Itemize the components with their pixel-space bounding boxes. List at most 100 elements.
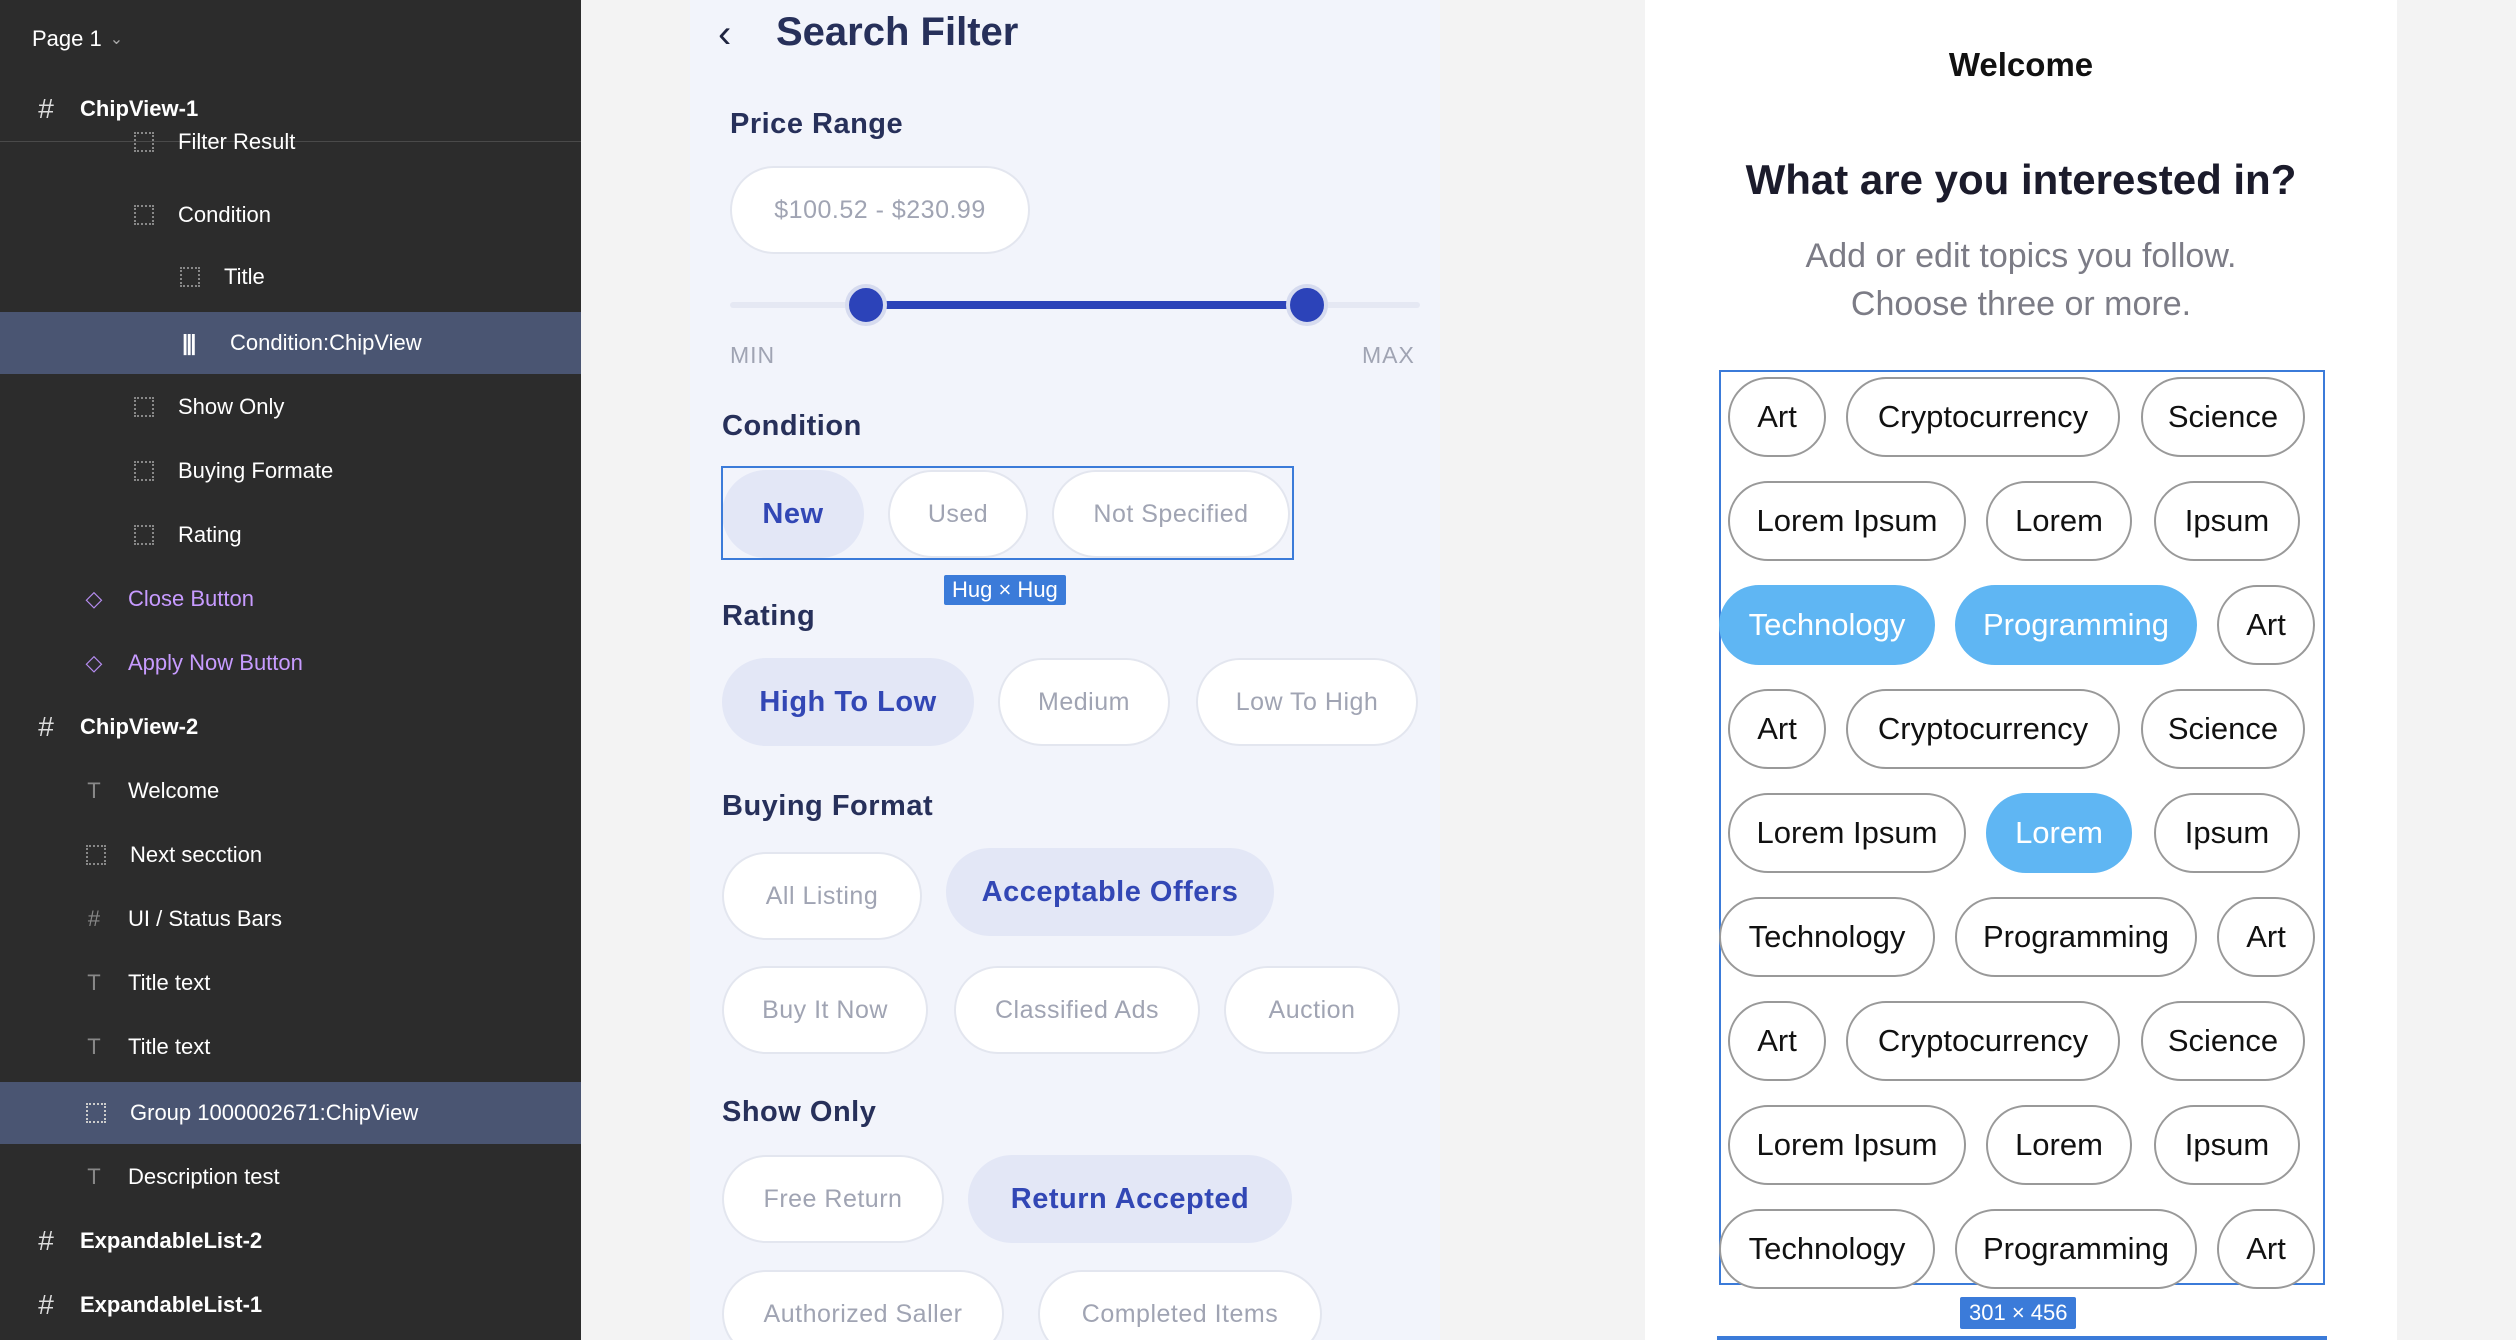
interest-chip-ipsum[interactable]: Ipsum	[2154, 481, 2300, 561]
interest-chip-lorem-ipsum[interactable]: Lorem Ipsum	[1728, 481, 1966, 561]
interest-chip-lorem-ipsum[interactable]: Lorem Ipsum	[1728, 793, 1966, 873]
layer-expandablelist-1[interactable]: # ExpandableList-1	[0, 1274, 581, 1336]
chip-label: Lorem	[2015, 815, 2103, 850]
search-filter-frame: ‹ Search Filter Price Range $100.52 - $2…	[690, 0, 1440, 1340]
interest-chip-programming[interactable]: Programming	[1955, 585, 2197, 665]
rating-chip-low-to-high[interactable]: Low To High	[1196, 658, 1418, 746]
layer-label: ExpandableList-1	[80, 1292, 263, 1317]
interest-chip-programming[interactable]: Programming	[1955, 1209, 2197, 1289]
chip-label: Cryptocurrency	[1877, 711, 2089, 746]
chip-label: Lorem Ipsum	[1756, 503, 1938, 538]
interest-chip-ipsum[interactable]: Ipsum	[2154, 793, 2300, 873]
price-slider-fill	[866, 301, 1307, 309]
layer-description-test[interactable]: T Description test	[0, 1146, 581, 1208]
interest-chip-technology[interactable]: Technology	[1719, 585, 1935, 665]
back-arrow-icon[interactable]: ‹	[718, 12, 731, 57]
layer-welcome[interactable]: T Welcome	[0, 760, 581, 822]
price-min-label: MIN	[730, 342, 776, 368]
layer-condition[interactable]: Condition	[0, 184, 581, 246]
group-icon	[134, 461, 154, 481]
layer-apply-now-button[interactable]: ◇ Apply Now Button	[0, 632, 581, 694]
buying-chip-buy-it-now[interactable]: Buy It Now	[722, 966, 928, 1054]
show-chip-completed-items[interactable]: Completed Items	[1038, 1270, 1322, 1340]
layer-label: ExpandableList-2	[80, 1228, 263, 1253]
chip-label: Completed Items	[1081, 1299, 1279, 1328]
interest-chip-cryptocurrency[interactable]: Cryptocurrency	[1846, 377, 2120, 457]
layer-next-section[interactable]: Next secction	[0, 824, 581, 886]
price-slider-min-handle[interactable]	[845, 284, 887, 326]
show-chip-authorized-saller[interactable]: Authorized Saller	[722, 1270, 1004, 1340]
frame-icon: #	[38, 1225, 54, 1256]
group-icon	[134, 525, 154, 545]
chip-label: Lorem Ipsum	[1756, 815, 1938, 850]
interest-chip-art[interactable]: Art	[2217, 897, 2315, 977]
layer-title-text[interactable]: T Title text	[0, 952, 581, 1014]
layer-title-text[interactable]: T Title text	[0, 1016, 581, 1078]
chip-label: Classified Ads	[994, 995, 1160, 1024]
show-chip-return-accepted[interactable]: Return Accepted	[968, 1155, 1292, 1243]
show-chip-free-return[interactable]: Free Return	[722, 1155, 944, 1243]
layer-chipview-2[interactable]: # ChipView-2	[0, 696, 581, 758]
interest-chip-cryptocurrency[interactable]: Cryptocurrency	[1846, 689, 2120, 769]
buying-chip-classified-ads[interactable]: Classified Ads	[954, 966, 1200, 1054]
layer-rating[interactable]: Rating	[0, 504, 581, 566]
chip-label: Programming	[1982, 607, 2170, 642]
interest-chip-technology[interactable]: Technology	[1719, 1209, 1935, 1289]
layer-group-chipview[interactable]: Group 1000002671:ChipView	[0, 1082, 581, 1144]
group-icon	[134, 205, 154, 225]
chip-label: Science	[2167, 399, 2279, 434]
interest-chip-art[interactable]: Art	[1728, 689, 1826, 769]
chip-label: Technology	[1748, 1231, 1906, 1266]
chip-label: Art	[1757, 399, 1797, 434]
interest-chip-art[interactable]: Art	[1728, 1001, 1826, 1081]
buying-chip-all-listing[interactable]: All Listing	[722, 852, 922, 940]
interest-chip-art[interactable]: Art	[1728, 377, 1826, 457]
layer-status-bars[interactable]: # UI / Status Bars	[0, 888, 581, 950]
price-slider-max-handle[interactable]	[1286, 284, 1328, 326]
layer-buying-formate[interactable]: Buying Formate	[0, 440, 581, 502]
rating-chip-high-to-low[interactable]: High To Low	[722, 658, 974, 746]
text-icon: T	[87, 1034, 101, 1059]
chip-label: Ipsum	[2184, 1127, 2270, 1162]
buying-chip-acceptable-offers[interactable]: Acceptable Offers	[946, 848, 1274, 936]
layer-show-only[interactable]: Show Only	[0, 376, 581, 438]
chip-label: Cryptocurrency	[1877, 1023, 2089, 1058]
group-icon	[86, 845, 106, 865]
interest-chip-science[interactable]: Science	[2141, 689, 2305, 769]
chip-label: Art	[2246, 919, 2286, 954]
price-range-text: $100.52 - $230.99	[774, 195, 986, 224]
chip-label: Art	[2246, 1231, 2286, 1266]
component-icon: ◇	[85, 586, 103, 611]
chip-label: Art	[2246, 607, 2286, 642]
layer-expandablelist-2[interactable]: # ExpandableList-2	[0, 1210, 581, 1272]
chip-label: Return Accepted	[1010, 1182, 1250, 1215]
rating-chip-medium[interactable]: Medium	[998, 658, 1170, 746]
hug-size-badge: Hug × Hug	[944, 575, 1066, 605]
chip-label: Programming	[1982, 919, 2170, 954]
page-selector[interactable]: Page 1 ⌄	[32, 26, 123, 52]
layer-filter-result[interactable]: Filter Result	[0, 122, 581, 162]
interest-chip-technology[interactable]: Technology	[1719, 897, 1935, 977]
layer-condition-chipview[interactable]: ||| Condition:ChipView	[0, 312, 581, 374]
layer-close-button[interactable]: ◇ Close Button	[0, 568, 581, 630]
layer-title[interactable]: Title	[0, 246, 581, 308]
interest-chip-art[interactable]: Art	[2217, 585, 2315, 665]
interest-chip-science[interactable]: Science	[2141, 377, 2305, 457]
layer-label: Buying Formate	[178, 458, 334, 483]
interest-chip-science[interactable]: Science	[2141, 1001, 2305, 1081]
interest-chip-lorem[interactable]: Lorem	[1986, 793, 2132, 873]
interest-chip-ipsum[interactable]: Ipsum	[2154, 1105, 2300, 1185]
chip-label: Cryptocurrency	[1877, 399, 2089, 434]
interest-chip-programming[interactable]: Programming	[1955, 897, 2197, 977]
price-range-value: $100.52 - $230.99	[730, 166, 1030, 254]
selection-edge-line	[1717, 1336, 2327, 1340]
buying-chip-auction[interactable]: Auction	[1224, 966, 1400, 1054]
frame-icon: #	[38, 711, 54, 742]
interest-chip-lorem[interactable]: Lorem	[1986, 1105, 2132, 1185]
interest-chip-lorem-ipsum[interactable]: Lorem Ipsum	[1728, 1105, 1966, 1185]
chip-label: Medium	[1038, 687, 1130, 716]
interest-chip-art[interactable]: Art	[2217, 1209, 2315, 1289]
interest-chip-cryptocurrency[interactable]: Cryptocurrency	[1846, 1001, 2120, 1081]
chip-label: Art	[1757, 1023, 1797, 1058]
interest-chip-lorem[interactable]: Lorem	[1986, 481, 2132, 561]
